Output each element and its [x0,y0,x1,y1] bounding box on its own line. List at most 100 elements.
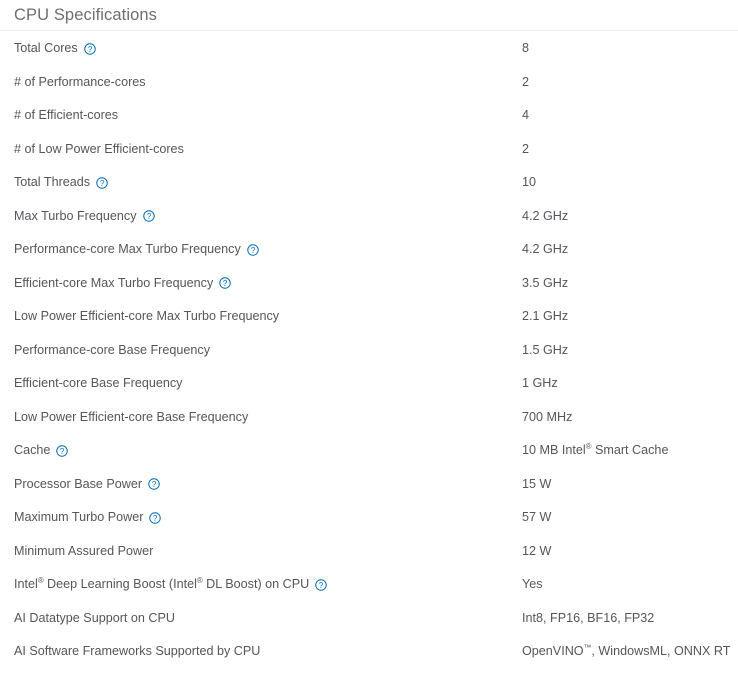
spec-label-content: Total Cores? [14,40,96,57]
spec-label-content: Performance-core Base Frequency [14,342,210,359]
spec-label-cell: # of Efficient-cores [0,99,508,133]
spec-value-cell: 4 [508,99,738,133]
svg-text:?: ? [319,581,324,590]
cpu-specifications-panel: CPU Specifications Total Cores?8# of Per… [0,0,738,669]
spec-label-cell: Total Cores? [0,32,508,66]
spec-label-text: Processor Base Power [14,476,142,493]
table-row: Low Power Efficient-core Max Turbo Frequ… [0,300,738,334]
spec-value-cell: 4.2 GHz [508,233,738,267]
spec-label-content: Low Power Efficient-core Max Turbo Frequ… [14,308,279,325]
spec-label-text: Performance-core Base Frequency [14,342,210,359]
spec-value-cell: 8 [508,32,738,66]
spec-label-cell: Maximum Turbo Power? [0,501,508,535]
spec-label-text: Efficient-core Base Frequency [14,375,182,392]
spec-label-cell: Processor Base Power? [0,468,508,502]
spec-label-text: Minimum Assured Power [14,543,153,560]
spec-label-content: Efficient-core Max Turbo Frequency? [14,275,231,292]
help-circle-icon[interactable]: ? [247,244,259,256]
spec-label-cell: Cache? [0,434,508,468]
spec-label-cell: Total Threads? [0,166,508,200]
svg-text:?: ? [88,45,93,54]
table-row: Efficient-core Max Turbo Frequency?3.5 G… [0,267,738,301]
spec-label-cell: Performance-core Max Turbo Frequency? [0,233,508,267]
help-circle-icon[interactable]: ? [219,277,231,289]
table-row: Performance-core Base Frequency 1.5 GHz [0,334,738,368]
spec-label-text: Low Power Efficient-core Base Frequency [14,409,248,426]
spec-value-cell: 10 [508,166,738,200]
title-divider [0,30,738,31]
table-row: # of Performance-cores2 [0,66,738,100]
table-row: Total Threads? 10 [0,166,738,200]
spec-label-text: Intel® Deep Learning Boost (Intel® DL Bo… [14,576,309,593]
table-row: Minimum Assured Power 12 W [0,535,738,569]
spec-label-content: # of Low Power Efficient-cores [14,141,184,158]
spec-label-content: # of Efficient-cores [14,107,118,124]
spec-value-cell: 10 MB Intel® Smart Cache [508,434,738,468]
spec-label-cell: AI Software Frameworks Supported by CPU [0,635,508,669]
spec-value-cell: Int8, FP16, BF16, FP32 [508,602,738,636]
help-circle-icon[interactable]: ? [149,512,161,524]
specifications-table: Total Cores?8# of Performance-cores2# of… [0,32,738,669]
spec-label-cell: Efficient-core Base Frequency [0,367,508,401]
table-row: AI Datatype Support on CPUInt8, FP16, BF… [0,602,738,636]
spec-label-text: # of Performance-cores [14,74,146,91]
spec-value-cell: Yes [508,568,738,602]
spec-value-cell: 2.1 GHz [508,300,738,334]
spec-label-text: Total Cores [14,40,78,57]
help-circle-icon[interactable]: ? [84,43,96,55]
spec-value-cell: 1.5 GHz [508,334,738,368]
spec-label-content: Intel® Deep Learning Boost (Intel® DL Bo… [14,576,327,593]
svg-text:?: ? [146,212,151,221]
table-row: Efficient-core Base Frequency1 GHz [0,367,738,401]
spec-label-cell: AI Datatype Support on CPU [0,602,508,636]
spec-label-content: Total Threads? [14,174,108,191]
spec-value-cell: 2 [508,133,738,167]
table-row: Low Power Efficient-core Base Frequency 7… [0,401,738,435]
spec-label-cell: Minimum Assured Power [0,535,508,569]
svg-text:?: ? [153,514,158,523]
table-row: Processor Base Power?15 W [0,468,738,502]
svg-text:?: ? [223,279,228,288]
svg-text:?: ? [60,447,65,456]
spec-label-cell: Intel® Deep Learning Boost (Intel® DL Bo… [0,568,508,602]
help-circle-icon[interactable]: ? [315,579,327,591]
spec-label-content: Max Turbo Frequency? [14,208,155,225]
spec-label-text: Maximum Turbo Power [14,509,143,526]
spec-label-cell: Low Power Efficient-core Base Frequency [0,401,508,435]
table-row: Max Turbo Frequency? 4.2 GHz [0,200,738,234]
spec-label-cell: Efficient-core Max Turbo Frequency? [0,267,508,301]
spec-label-cell: # of Performance-cores [0,66,508,100]
spec-value-cell: 15 W [508,468,738,502]
spec-value-cell: 57 W [508,501,738,535]
spec-label-content: Performance-core Max Turbo Frequency? [14,241,259,258]
help-circle-icon[interactable]: ? [96,177,108,189]
page-title: CPU Specifications [0,0,738,28]
table-row: Maximum Turbo Power? 57 W [0,501,738,535]
spec-label-content: Minimum Assured Power [14,543,153,560]
spec-label-text: Efficient-core Max Turbo Frequency [14,275,213,292]
help-circle-icon[interactable]: ? [148,478,160,490]
table-row: # of Efficient-cores 4 [0,99,738,133]
spec-label-content: AI Software Frameworks Supported by CPU [14,643,260,660]
spec-label-text: Performance-core Max Turbo Frequency [14,241,241,258]
spec-label-content: Low Power Efficient-core Base Frequency [14,409,248,426]
table-row: Total Cores? 8 [0,32,738,66]
spec-label-text: Total Threads [14,174,90,191]
spec-label-text: # of Efficient-cores [14,107,118,124]
table-row: Intel® Deep Learning Boost (Intel® DL Bo… [0,568,738,602]
spec-label-content: Efficient-core Base Frequency [14,375,182,392]
help-circle-icon[interactable]: ? [56,445,68,457]
spec-label-cell: Low Power Efficient-core Max Turbo Frequ… [0,300,508,334]
spec-label-cell: Performance-core Base Frequency [0,334,508,368]
spec-label-cell: # of Low Power Efficient-cores [0,133,508,167]
spec-label-cell: Max Turbo Frequency? [0,200,508,234]
spec-value-cell: 4.2 GHz [508,200,738,234]
spec-label-content: Cache? [14,442,68,459]
spec-value-cell: 700 MHz [508,401,738,435]
spec-label-text: Max Turbo Frequency [14,208,137,225]
specifications-table-body: Total Cores?8# of Performance-cores2# of… [0,32,738,669]
help-circle-icon[interactable]: ? [143,210,155,222]
svg-text:?: ? [152,480,157,489]
spec-label-content: Maximum Turbo Power? [14,509,161,526]
spec-value-cell: 12 W [508,535,738,569]
